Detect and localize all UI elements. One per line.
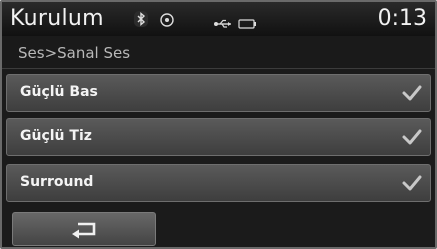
bluetooth-icon [134, 11, 148, 31]
screen: Kurulum 0:13 Ses>Sanal Ses Güçlü Bas Güç… [0, 0, 437, 249]
disc-icon [160, 12, 174, 31]
status-bar: Kurulum 0:13 [2, 2, 435, 36]
checkmark-icon [400, 125, 424, 153]
option-label: Güçlü Tiz [20, 128, 92, 144]
option-guclu-bas[interactable]: Güçlü Bas [6, 74, 431, 112]
usb-icon [213, 14, 233, 33]
option-guclu-tiz[interactable]: Güçlü Tiz [6, 118, 431, 156]
checkmark-icon [400, 81, 424, 109]
option-surround[interactable]: Surround [6, 164, 431, 202]
back-arrow-icon [72, 222, 96, 239]
checkmark-icon [400, 171, 424, 199]
clock: 0:13 [377, 6, 427, 31]
option-label: Güçlü Bas [20, 84, 98, 100]
battery-icon [238, 14, 258, 33]
breadcrumb-text: Ses>Sanal Ses [18, 44, 131, 62]
page-title: Kurulum [10, 6, 104, 31]
breadcrumb: Ses>Sanal Ses [2, 36, 435, 69]
option-label: Surround [20, 174, 94, 190]
back-button[interactable] [12, 212, 156, 246]
